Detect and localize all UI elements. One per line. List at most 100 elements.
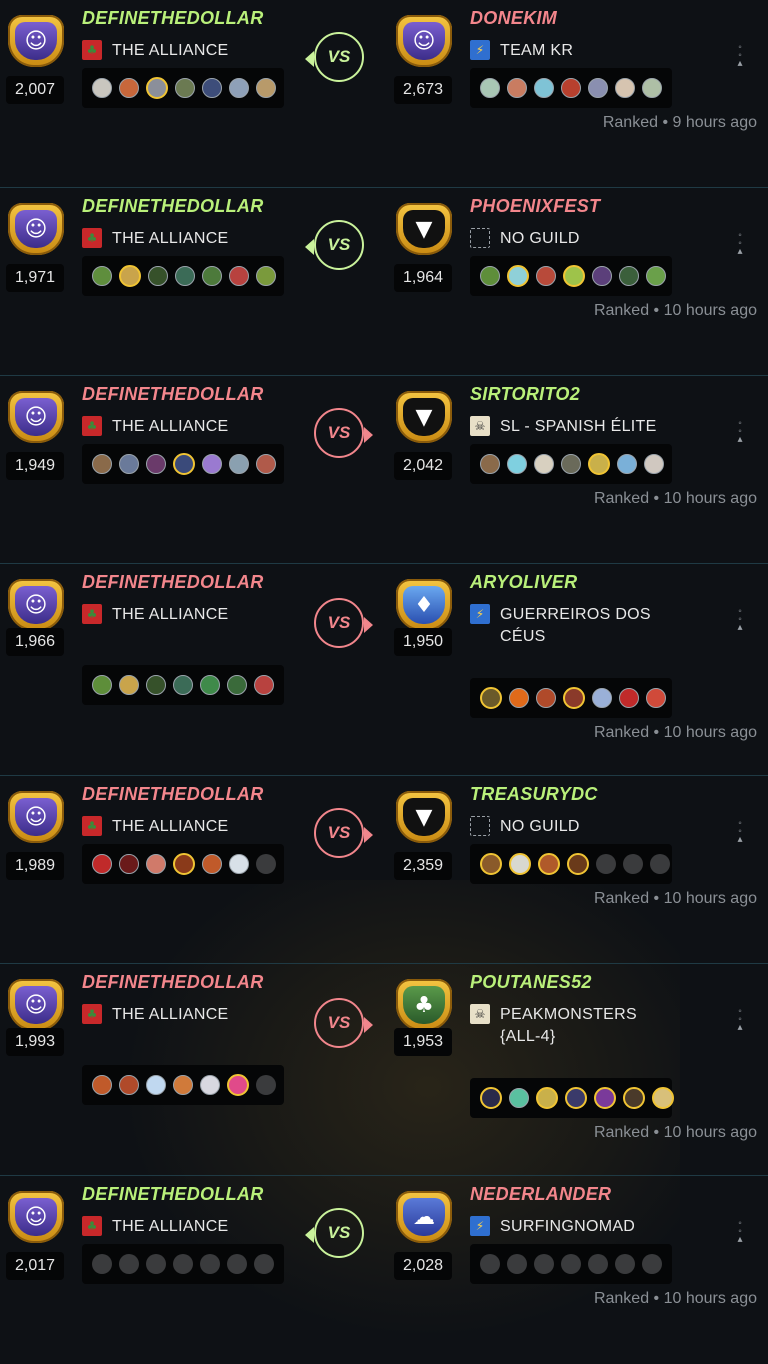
monster-card-icon[interactable]	[119, 675, 139, 695]
monster-card-icon[interactable]	[646, 266, 666, 286]
monster-card-icon[interactable]	[200, 675, 220, 695]
monster-card-icon[interactable]	[538, 853, 560, 875]
monster-card-icon[interactable]	[592, 266, 612, 286]
monster-card-icon[interactable]	[92, 854, 112, 874]
monster-card-icon[interactable]	[617, 454, 637, 474]
wizard-avatar[interactable]: ☺	[6, 390, 66, 444]
fanged-avatar[interactable]: ▼	[394, 790, 454, 844]
monster-card-icon[interactable]	[229, 78, 249, 98]
monster-card-icon[interactable]	[229, 454, 249, 474]
battle-row[interactable]: ☺ 1,989 DEFINETHEDOLLAR ♣ THE ALLIANCE ▼…	[0, 776, 768, 964]
monster-card-icon[interactable]	[256, 78, 276, 98]
monster-card-icon[interactable]	[619, 266, 639, 286]
monster-card-icon[interactable]	[175, 266, 195, 286]
wizard-avatar[interactable]: ☺	[6, 1190, 66, 1244]
guild-name[interactable]: SL - SPANISH ÉLITE	[500, 416, 657, 438]
battle-row[interactable]: ☺ 1,966 DEFINETHEDOLLAR ♣ THE ALLIANCE ♦…	[0, 564, 768, 776]
player-name[interactable]: SIRTORITO2	[470, 384, 580, 405]
wizard-avatar[interactable]: ☺	[6, 14, 66, 68]
guild-name[interactable]: THE ALLIANCE	[112, 604, 229, 626]
share-icon[interactable]: ◦ ◦ ▴	[733, 419, 747, 446]
monster-card-icon[interactable]	[507, 265, 529, 287]
monster-card-icon[interactable]	[507, 78, 527, 98]
monster-card-icon[interactable]	[254, 675, 274, 695]
guild-name[interactable]: THE ALLIANCE	[112, 1004, 229, 1026]
monster-card-icon[interactable]	[480, 687, 502, 709]
monster-card-icon[interactable]	[642, 78, 662, 98]
monster-card-icon[interactable]	[588, 453, 610, 475]
player-name[interactable]: PHOENIXFEST	[470, 196, 600, 217]
monster-card-icon[interactable]	[148, 266, 168, 286]
player-name[interactable]: TREASURYDC	[470, 784, 598, 805]
player-name[interactable]: NEDERLANDER	[470, 1184, 611, 1205]
monster-card-icon[interactable]	[563, 687, 585, 709]
guild-name[interactable]: THE ALLIANCE	[112, 40, 229, 62]
monster-card-icon[interactable]	[507, 454, 527, 474]
monster-card-icon[interactable]	[509, 853, 531, 875]
monster-card-icon[interactable]	[92, 1075, 112, 1095]
monster-card-icon[interactable]	[256, 266, 276, 286]
player-name[interactable]: DEFINETHEDOLLAR	[82, 1184, 264, 1205]
monster-card-icon[interactable]	[256, 454, 276, 474]
player-name[interactable]: DEFINETHEDOLLAR	[82, 384, 264, 405]
monster-card-icon[interactable]	[92, 78, 112, 98]
monster-card-icon[interactable]	[563, 265, 585, 287]
monster-card-icon[interactable]	[480, 266, 500, 286]
share-icon[interactable]: ◦ ◦ ▴	[733, 607, 747, 634]
share-icon[interactable]: ◦ ◦ ▴	[733, 231, 747, 258]
guild-name[interactable]: GUERREIROS DOS CÉUS	[500, 604, 670, 648]
share-icon[interactable]: ◦ ◦ ▴	[733, 819, 747, 846]
guild-name[interactable]: THE ALLIANCE	[112, 816, 229, 838]
monster-card-icon[interactable]	[227, 1074, 249, 1096]
monster-card-icon[interactable]	[173, 1075, 193, 1095]
monster-card-icon[interactable]	[92, 454, 112, 474]
guild-name[interactable]: NO GUILD	[500, 816, 580, 838]
battle-row[interactable]: ☺ 1,949 DEFINETHEDOLLAR ♣ THE ALLIANCE ▼…	[0, 376, 768, 564]
monster-card-icon[interactable]	[146, 77, 168, 99]
wizard-avatar[interactable]: ☺	[6, 202, 66, 256]
guild-name[interactable]: SURFINGNOMAD	[500, 1216, 635, 1238]
wizard-avatar[interactable]: ☺	[6, 978, 66, 1032]
battle-row[interactable]: ☺ 2,017 DEFINETHEDOLLAR ♣ THE ALLIANCE ☁…	[0, 1176, 768, 1364]
monster-card-icon[interactable]	[92, 266, 112, 286]
monster-card-icon[interactable]	[480, 1087, 502, 1109]
guild-name[interactable]: THE ALLIANCE	[112, 1216, 229, 1238]
monster-card-icon[interactable]	[509, 688, 529, 708]
monster-card-icon[interactable]	[119, 1075, 139, 1095]
player-name[interactable]: DEFINETHEDOLLAR	[82, 972, 264, 993]
monster-card-icon[interactable]	[200, 1075, 220, 1095]
monster-card-icon[interactable]	[561, 454, 581, 474]
player-name[interactable]: DEFINETHEDOLLAR	[82, 8, 264, 29]
wizard-avatar[interactable]: ☺	[394, 14, 454, 68]
monster-card-icon[interactable]	[536, 1087, 558, 1109]
monster-card-icon[interactable]	[202, 454, 222, 474]
monster-card-icon[interactable]	[615, 78, 635, 98]
monster-card-icon[interactable]	[119, 454, 139, 474]
share-icon[interactable]: ◦ ◦ ▴	[733, 1219, 747, 1246]
battle-row[interactable]: ☺ 1,993 DEFINETHEDOLLAR ♣ THE ALLIANCE ♣…	[0, 964, 768, 1176]
dragon-avatar[interactable]: ♦	[394, 578, 454, 632]
monster-card-icon[interactable]	[561, 78, 581, 98]
monster-card-icon[interactable]	[227, 675, 247, 695]
monster-card-icon[interactable]	[588, 78, 608, 98]
player-name[interactable]: DONEKIM	[470, 8, 557, 29]
monster-card-icon[interactable]	[119, 265, 141, 287]
monster-card-icon[interactable]	[480, 454, 500, 474]
monster-card-icon[interactable]	[619, 688, 639, 708]
monster-card-icon[interactable]	[119, 78, 139, 98]
monster-card-icon[interactable]	[173, 853, 195, 875]
monster-card-icon[interactable]	[536, 688, 556, 708]
monster-card-icon[interactable]	[594, 1087, 616, 1109]
guild-name[interactable]: TEAM KR	[500, 40, 573, 62]
battle-row[interactable]: ☺ 1,971 DEFINETHEDOLLAR ♣ THE ALLIANCE ▼…	[0, 188, 768, 376]
guild-name[interactable]: NO GUILD	[500, 228, 580, 250]
player-name[interactable]: DEFINETHEDOLLAR	[82, 572, 264, 593]
monster-card-icon[interactable]	[146, 675, 166, 695]
goblin-avatar[interactable]: ♣	[394, 978, 454, 1032]
monster-card-icon[interactable]	[202, 854, 222, 874]
guild-name[interactable]: PEAKMONSTERS {ALL-4}	[500, 1004, 670, 1048]
monster-card-icon[interactable]	[173, 675, 193, 695]
player-name[interactable]: POUTANES52	[470, 972, 592, 993]
monster-card-icon[interactable]	[229, 266, 249, 286]
guild-name[interactable]: THE ALLIANCE	[112, 416, 229, 438]
